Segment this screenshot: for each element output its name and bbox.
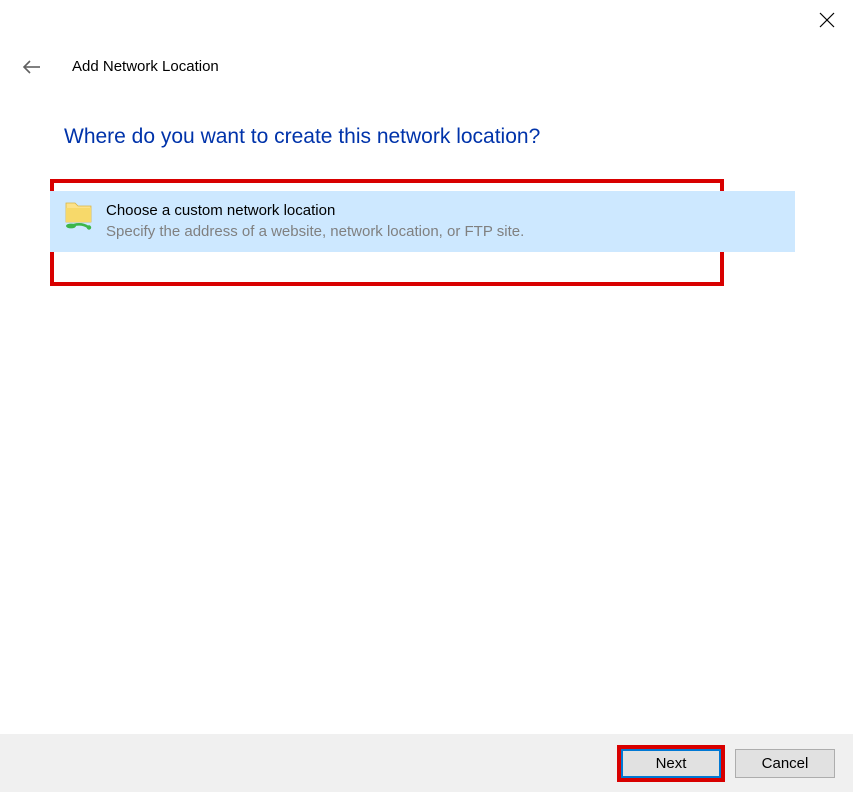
close-icon[interactable]	[819, 12, 835, 28]
back-arrow-icon[interactable]	[22, 59, 42, 75]
wizard-heading: Where do you want to create this network…	[0, 125, 853, 149]
wizard-footer: Next Cancel	[0, 734, 853, 792]
annotation-highlight-next: Next	[617, 745, 725, 782]
option-description: Specify the address of a website, networ…	[106, 221, 524, 242]
option-text: Choose a custom network location Specify…	[106, 199, 524, 242]
wizard-header: Add Network Location	[0, 40, 853, 75]
next-button[interactable]: Next	[621, 749, 721, 778]
option-title: Choose a custom network location	[106, 200, 524, 221]
network-folder-icon	[64, 199, 94, 231]
cancel-button[interactable]: Cancel	[735, 749, 835, 778]
wizard-title: Add Network Location	[72, 58, 219, 75]
annotation-highlight: Choose a custom network location Specify…	[50, 179, 724, 286]
wizard-content: Where do you want to create this network…	[0, 75, 853, 286]
titlebar	[0, 0, 853, 40]
custom-network-location-option[interactable]: Choose a custom network location Specify…	[50, 191, 795, 252]
